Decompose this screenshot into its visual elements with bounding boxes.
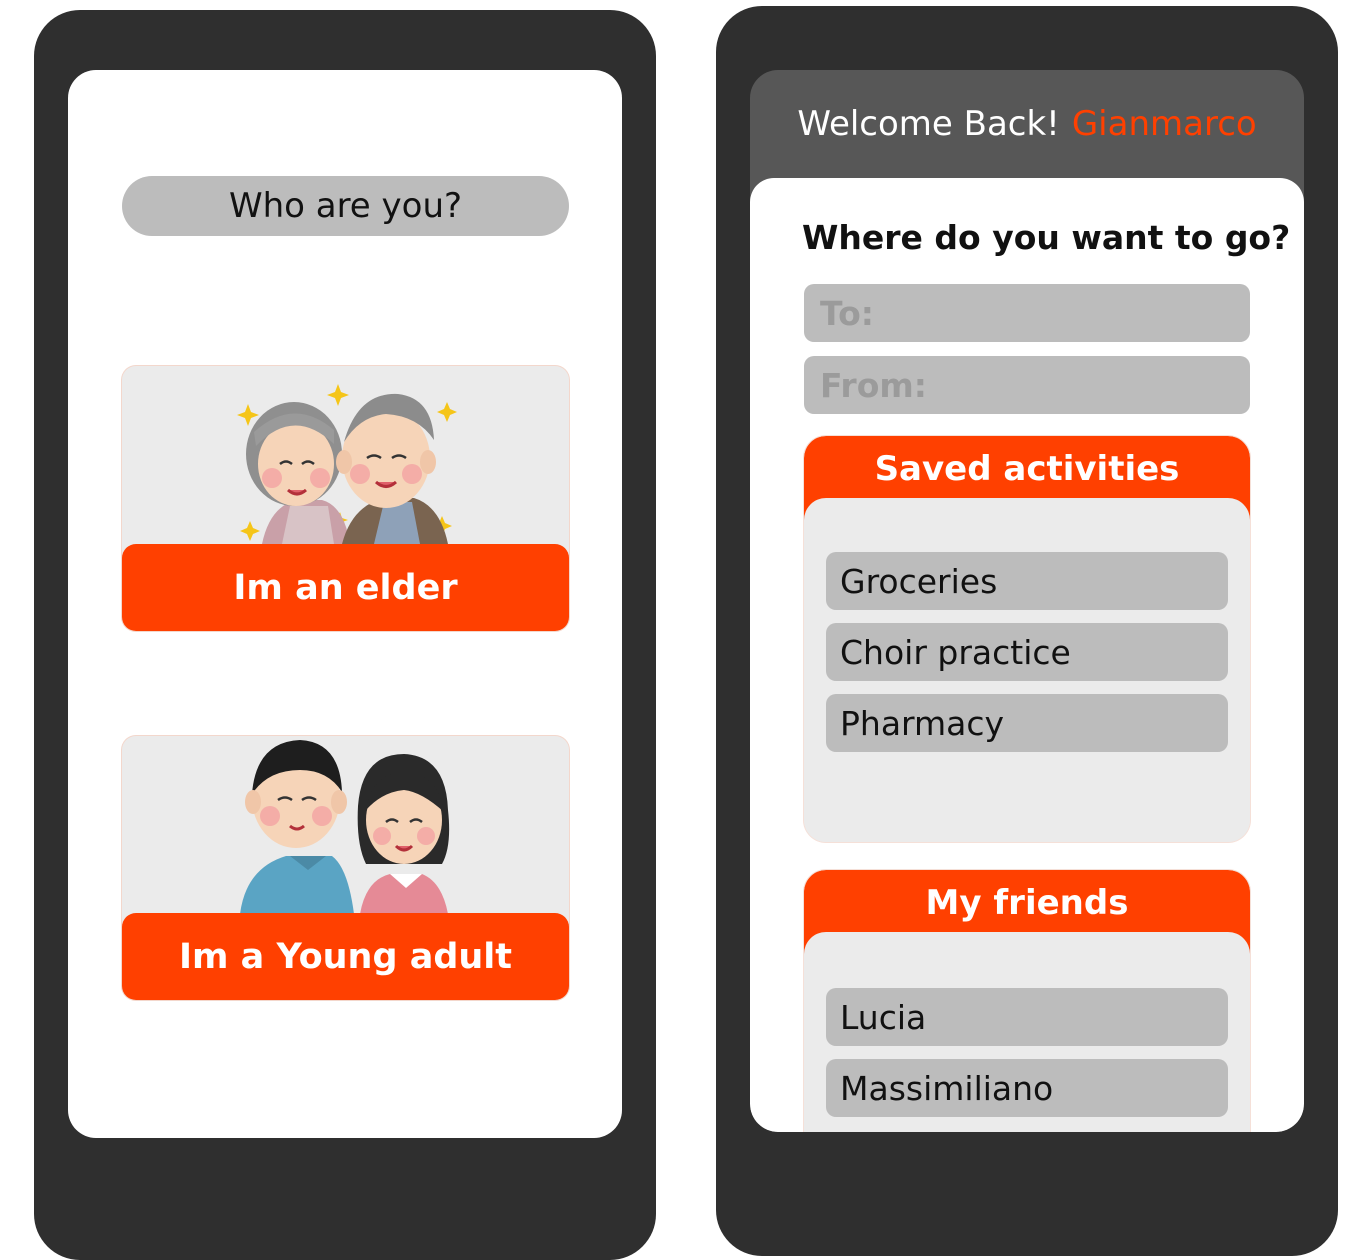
- elderly-couple-illustration: [237, 384, 457, 544]
- activity-item-choir-practice[interactable]: Choir practice: [826, 623, 1228, 681]
- my-friends-list: Lucia Massimiliano: [804, 932, 1250, 1132]
- activity-item-groceries[interactable]: Groceries: [826, 552, 1228, 610]
- young-couple-illustration: [240, 740, 450, 914]
- to-input[interactable]: [804, 284, 1250, 342]
- destination-question: Where do you want to go?: [802, 218, 1291, 257]
- user-name: Gianmarco: [1071, 104, 1257, 144]
- welcome-text: Welcome Back!: [797, 104, 1060, 144]
- my-friends-title: My friends: [925, 883, 1129, 923]
- welcome-header: Welcome Back! Gianmarco: [750, 70, 1304, 178]
- saved-activities-section: Saved activities Groceries Choir practic…: [804, 436, 1250, 842]
- friend-item-massimiliano[interactable]: Massimiliano: [826, 1059, 1228, 1117]
- elder-role-label: Im an elder: [122, 544, 569, 631]
- friend-item-lucia[interactable]: Lucia: [826, 988, 1228, 1046]
- activity-item-pharmacy[interactable]: Pharmacy: [826, 694, 1228, 752]
- saved-activities-title: Saved activities: [874, 449, 1180, 489]
- from-input[interactable]: [804, 356, 1250, 414]
- young-adult-role-label: Im a Young adult: [122, 913, 569, 1000]
- who-are-you-title: Who are you?: [122, 176, 569, 236]
- home-content-panel: Where do you want to go? Saved activitie…: [750, 178, 1304, 1132]
- home-screen: Welcome Back! Gianmarco Where do you wan…: [750, 70, 1304, 1132]
- my-friends-section: My friends Lucia Massimiliano: [804, 870, 1250, 1132]
- saved-activities-list: Groceries Choir practice Pharmacy: [804, 498, 1250, 842]
- elder-role-card[interactable]: Im an elder: [122, 366, 569, 631]
- young-adult-role-card[interactable]: Im a Young adult: [122, 736, 569, 1000]
